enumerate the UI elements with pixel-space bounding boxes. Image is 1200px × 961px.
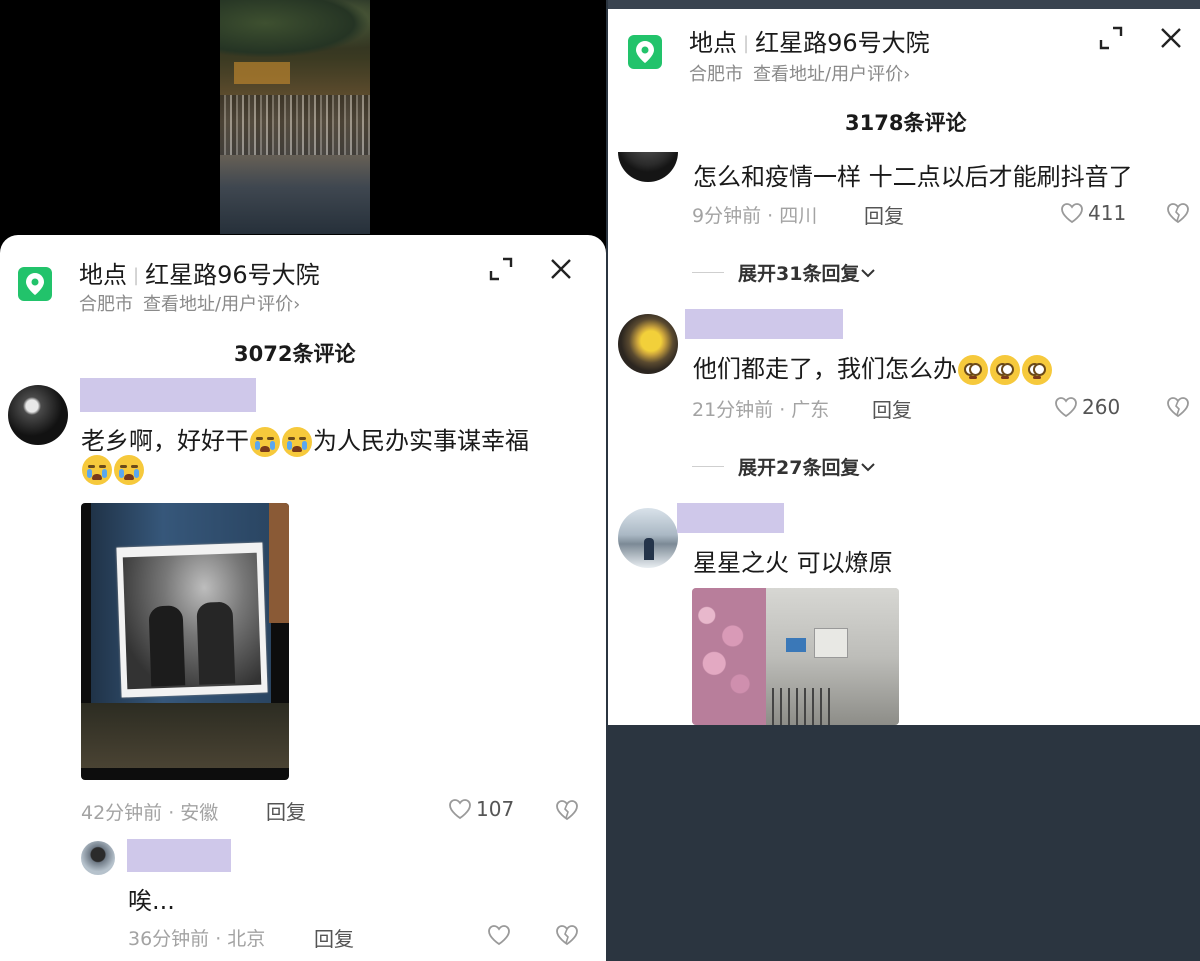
heart-icon: [449, 799, 471, 820]
comment-text-part2: 为人民办实事谋幸福: [313, 427, 529, 455]
like-button[interactable]: [487, 924, 515, 946]
pleading-emoji-icon: [990, 355, 1020, 385]
chevron-right-icon: ›: [293, 294, 301, 315]
expand-replies-label: 展开27条回复: [738, 457, 860, 479]
comment-text: 唉...: [128, 887, 175, 915]
heart-icon: [1055, 397, 1077, 418]
username-redacted[interactable]: [677, 503, 784, 533]
photo-ac-unit: [814, 628, 848, 658]
expand-replies-button[interactable]: 展开27条回复: [692, 453, 877, 480]
right-screen: 地点 | 红星路96号大院 合肥市 查看地址/用户评价› 3178条评论 怎么和疫情一…: [608, 0, 1200, 961]
comment-panel: 地点 | 红星路96号大院 合肥市 查看地址/用户评价› 3178条评论 怎么和疫情一…: [608, 9, 1200, 725]
photo-blossoms: [692, 588, 766, 725]
heart-icon: [488, 925, 510, 946]
location-city: 合肥市: [79, 294, 133, 315]
photo-gate: [772, 688, 832, 725]
comment-count: 3072条评论: [234, 342, 356, 366]
avatar-figure: [644, 538, 654, 560]
location-title[interactable]: 地点 | 红星路96号大院: [79, 255, 320, 290]
video-light-area: [234, 62, 290, 84]
left-screen: 地点 | 红星路96号大院 合肥市 查看地址/用户评价› 3072条评论 老乡啊，好好…: [0, 0, 606, 961]
chevron-down-icon: [861, 462, 876, 471]
comment-emoji-line: [81, 455, 145, 485]
photo-poster: [116, 542, 268, 698]
crying-emoji-icon: [114, 455, 144, 485]
location-pin-icon: [18, 267, 52, 301]
divider: [692, 272, 724, 273]
comment-count: 3178条评论: [845, 111, 967, 135]
like-button[interactable]: 107: [448, 797, 514, 821]
chevron-right-icon: ›: [903, 64, 911, 85]
broken-heart-icon[interactable]: [1166, 202, 1190, 228]
like-count: 260: [1082, 395, 1121, 419]
location-label: 地点: [79, 261, 127, 289]
username-redacted[interactable]: [127, 839, 231, 872]
reply-button[interactable]: 回复: [314, 923, 354, 952]
reply-button[interactable]: 回复: [266, 796, 306, 825]
comment-meta: 36分钟前 · 北京: [128, 928, 266, 950]
photo-sign: [786, 638, 806, 652]
comment-photo[interactable]: [81, 503, 289, 780]
comment-text: 星星之火 可以燎原: [693, 549, 893, 577]
location-label: 地点: [689, 29, 737, 57]
avatar[interactable]: [618, 152, 678, 182]
photo-wall: [269, 503, 289, 623]
expand-replies-button[interactable]: 展开31条回复: [692, 259, 877, 286]
view-address-link[interactable]: 查看地址/用户评价: [753, 64, 903, 85]
crying-emoji-icon: [250, 427, 280, 457]
reply-button[interactable]: 回复: [872, 394, 912, 423]
location-title[interactable]: 地点 | 红星路96号大院: [689, 23, 930, 58]
comment-meta: 42分钟前 · 安徽: [81, 802, 219, 824]
avatar[interactable]: [8, 385, 68, 445]
pleading-emoji-icon: [958, 355, 988, 385]
comment-photo[interactable]: [692, 588, 899, 725]
video-crowd-area: [220, 95, 370, 155]
like-button[interactable]: 411: [1060, 201, 1126, 225]
video-thumbnail[interactable]: [220, 0, 370, 234]
crying-emoji-icon: [82, 455, 112, 485]
like-count: 107: [476, 797, 515, 821]
location-name: 红星路96号大院: [755, 29, 930, 57]
comment-text: 怎么和疫情一样 十二点以后才能刷抖音了: [693, 163, 1133, 191]
comment-text-part1: 他们都走了，我们怎么办: [693, 355, 957, 383]
close-icon[interactable]: [547, 255, 575, 283]
chevron-down-icon: [861, 268, 876, 277]
comment-text: 老乡啊，好好干 为人民办实事谋幸福: [81, 421, 529, 457]
location-pin-icon: [628, 35, 662, 69]
location-subtitle[interactable]: 合肥市 查看地址/用户评价›: [79, 290, 300, 316]
comment-text-part1: 老乡啊，好好干: [81, 427, 249, 455]
top-strip: [608, 0, 1200, 9]
location-city: 合肥市: [689, 64, 743, 85]
title-separator: |: [133, 265, 140, 286]
like-count: 411: [1088, 201, 1127, 225]
comment-meta: 9分钟前 · 四川: [692, 205, 818, 227]
title-separator: |: [743, 33, 750, 54]
expand-icon[interactable]: [487, 255, 515, 283]
comment-text: 他们都走了，我们怎么办: [693, 349, 1053, 385]
view-address-link[interactable]: 查看地址/用户评价: [143, 294, 293, 315]
pleading-emoji-icon: [1022, 355, 1052, 385]
broken-heart-icon[interactable]: [1166, 396, 1190, 422]
comment-meta: 21分钟前 · 广东: [692, 399, 830, 421]
heart-icon: [1061, 203, 1083, 224]
comment-panel: 地点 | 红星路96号大院 合肥市 查看地址/用户评价› 3072条评论 老乡啊，好好…: [0, 235, 606, 961]
video-tree-area: [220, 0, 370, 58]
location-name: 红星路96号大院: [145, 261, 320, 289]
avatar[interactable]: [618, 314, 678, 374]
divider: [692, 466, 724, 467]
broken-heart-icon[interactable]: [555, 924, 579, 950]
photo-ground: [81, 703, 289, 768]
avatar[interactable]: [618, 508, 678, 568]
expand-icon[interactable]: [1097, 24, 1125, 52]
like-button[interactable]: 260: [1054, 395, 1120, 419]
avatar[interactable]: [81, 841, 115, 875]
reply-button[interactable]: 回复: [864, 200, 904, 229]
username-redacted[interactable]: [80, 378, 256, 412]
crying-emoji-icon: [282, 427, 312, 457]
username-redacted[interactable]: [685, 309, 843, 339]
broken-heart-icon[interactable]: [555, 799, 579, 825]
location-subtitle[interactable]: 合肥市 查看地址/用户评价›: [689, 60, 910, 86]
close-icon[interactable]: [1157, 24, 1185, 52]
expand-replies-label: 展开31条回复: [738, 263, 860, 285]
